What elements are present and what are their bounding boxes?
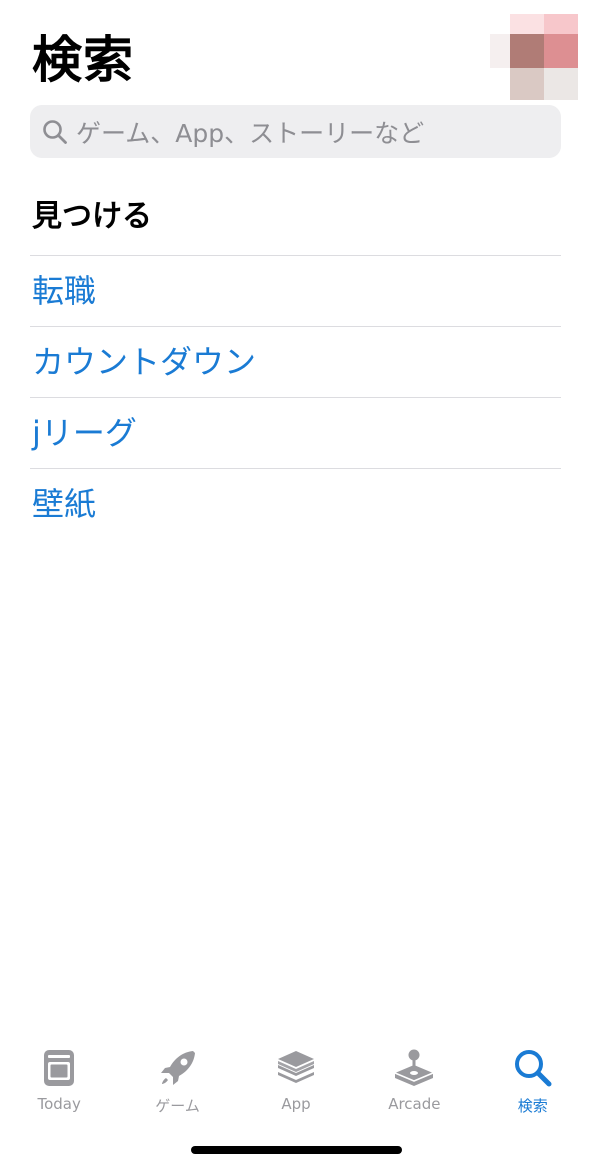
search-input[interactable]: ゲーム、App、ストーリーなど	[30, 105, 561, 158]
tab-label: Arcade	[388, 1095, 441, 1113]
discover-item[interactable]: 壁紙	[30, 468, 561, 539]
search-icon	[43, 119, 67, 144]
joystick-icon	[395, 1049, 434, 1086]
home-indicator	[191, 1146, 402, 1154]
tab-today[interactable]: Today	[0, 1040, 118, 1120]
discover-item[interactable]: 転職	[30, 255, 561, 326]
discover-item-label: カウントダウン	[32, 343, 257, 381]
avatar[interactable]	[490, 14, 580, 100]
discover-item-label: jリーグ	[32, 414, 137, 452]
tab-search[interactable]: 検索	[474, 1040, 592, 1120]
discover-list: 転職 カウントダウン jリーグ 壁紙	[30, 255, 561, 539]
tab-label: Today	[37, 1095, 81, 1113]
discover-item-label: 壁紙	[32, 485, 97, 523]
app-stack-icon	[277, 1051, 314, 1083]
rocket-icon	[160, 1051, 195, 1085]
tab-bar: Today ゲーム App Arcade 検索	[0, 1040, 592, 1120]
app-store-search-screen: 検索 ゲーム、App、ストーリーなど 見つける 転職 カウントダウン jリーグ …	[0, 0, 592, 1166]
tab-apps[interactable]: App	[237, 1040, 355, 1120]
tab-label: 検索	[517, 1097, 548, 1115]
tab-arcade[interactable]: Arcade	[355, 1040, 473, 1120]
today-icon	[44, 1050, 75, 1086]
tab-label: App	[281, 1095, 311, 1113]
discover-heading: 見つける	[32, 199, 152, 234]
discover-item[interactable]: jリーグ	[30, 397, 561, 468]
page-title: 検索	[32, 31, 134, 89]
search-placeholder: ゲーム、App、ストーリーなど	[76, 118, 425, 148]
discover-item-label: 転職	[32, 272, 97, 310]
tab-games[interactable]: ゲーム	[119, 1040, 237, 1120]
tab-label: ゲーム	[155, 1097, 200, 1115]
search-icon	[514, 1050, 552, 1087]
discover-item[interactable]: カウントダウン	[30, 326, 561, 397]
